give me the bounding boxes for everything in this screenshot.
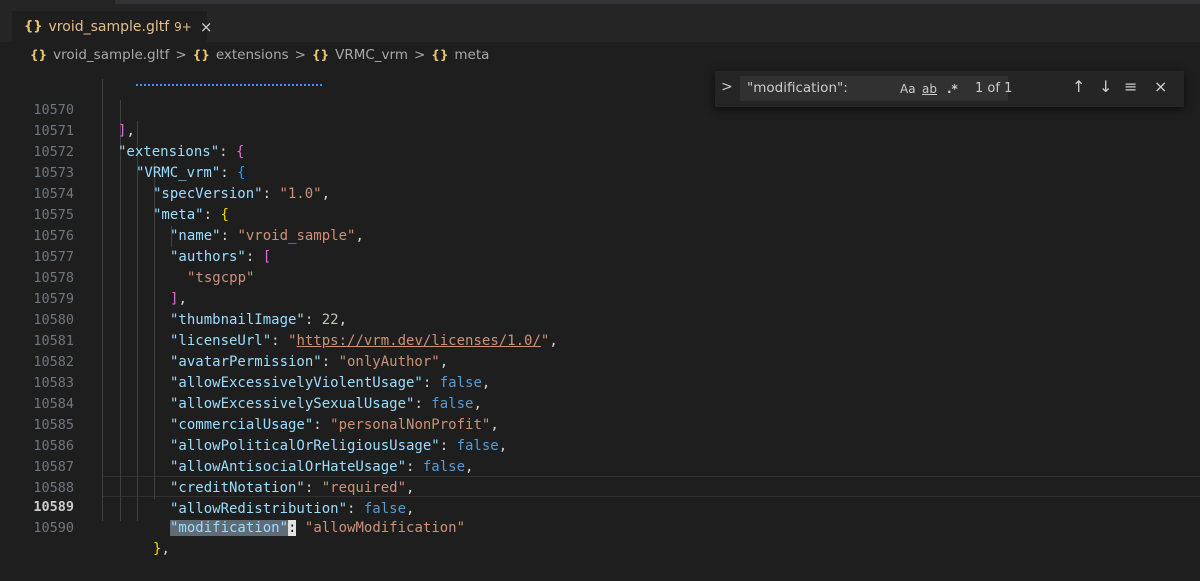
tab-vroid-sample[interactable]: {} vroid_sample.gltf 9+ × [12,11,212,42]
breadcrumb-item-vrmc-vrm[interactable]: VRMC_vrm [335,47,408,63]
code-line: 10573 "specVersion": "1.0", [0,142,1200,202]
tab-bar: {} vroid_sample.gltf 9+ × [0,0,1200,42]
code-text: }, [153,541,170,557]
code-editor[interactable]: 10570 ], 10571 "extensions": { 10572 "VR… [0,79,1200,557]
json-braces-icon: {} [24,19,43,34]
code-line: 10574 "meta": { [0,163,1200,223]
match-case-button[interactable]: Aa [900,82,916,96]
previous-match-icon[interactable]: ↑ [1072,77,1085,96]
code-line: 10587 "creditNotation": "required", [0,436,1200,496]
object-braces-icon: {} [192,48,210,62]
json-braces-icon: {} [30,48,48,62]
vertical-scrollbar[interactable] [1186,79,1200,521]
code-line: 10586 "allowAntisocialOrHateUsage": fals… [0,415,1200,475]
object-braces-icon: {} [311,48,330,62]
breadcrumb-item-extensions[interactable]: extensions [216,47,289,63]
problems-badge: 9+ [174,19,192,34]
code-line: 10575 "name": "vroid_sample", [0,184,1200,244]
code-line: 10583 "allowExcessivelySexualUsage": fal… [0,352,1200,412]
toggle-replace-icon[interactable]: > [721,79,733,95]
code-line: 10572 "VRMC_vrm": { [0,121,1200,181]
use-regex-button[interactable]: .* [947,82,958,96]
next-match-icon[interactable]: ↓ [1099,77,1112,96]
breadcrumb-item-file[interactable]: vroid_sample.gltf [53,47,169,63]
code-text: "modification": "allowModification" [170,520,466,536]
code-line: 10590 }, [0,497,1200,557]
breadcrumb: {} vroid_sample.gltf > {} extensions > {… [0,42,1200,68]
code-line: 10580 "licenseUrl": "https://vrm.dev/lic… [0,289,1200,349]
find-result-count: 1 of 1 [975,81,1013,96]
code-line: 10577 "tsgcpp" [0,226,1200,286]
chevron-right-icon: > [294,47,306,63]
tab-bar-top-strip [115,0,1200,4]
close-icon[interactable]: × [1154,77,1167,96]
code-line: 10581 "avatarPermission": "onlyAuthor", [0,310,1200,370]
code-line: 10576 "authors": [ [0,205,1200,265]
code-line: 10582 "allowExcessivelyViolentUsage": fa… [0,331,1200,391]
line-number: 10590 [33,520,74,536]
breadcrumb-item-meta[interactable]: meta [454,47,489,63]
find-match-highlight: "modification" [170,520,289,536]
code-line: 10588 "allowRedistribution": false, [0,457,1200,517]
tab-title: vroid_sample.gltf [48,18,170,35]
code-line: 10578 ], [0,247,1200,307]
find-input[interactable]: "modification": [740,76,1008,101]
code-line: 10579 "thumbnailImage": 22, [0,268,1200,328]
find-in-selection-icon[interactable]: ≡ [1124,77,1137,96]
find-match-highlight: : [288,520,297,536]
close-icon[interactable]: × [200,18,213,36]
find-widget: > "modification": Aa ab .* 1 of 1 ↑ ↓ ≡ … [715,71,1184,107]
code-line: 10585 "allowPoliticalOrReligiousUsage": … [0,394,1200,454]
code-line-current: 10589 "modification": "allowModification… [0,476,1200,536]
chevron-right-icon: > [413,47,426,63]
match-whole-word-button[interactable]: ab [922,82,937,96]
code-line: 10584 "commercialUsage": "personalNonPro… [0,373,1200,433]
object-braces-icon: {} [431,48,449,62]
chevron-right-icon: > [175,47,187,63]
